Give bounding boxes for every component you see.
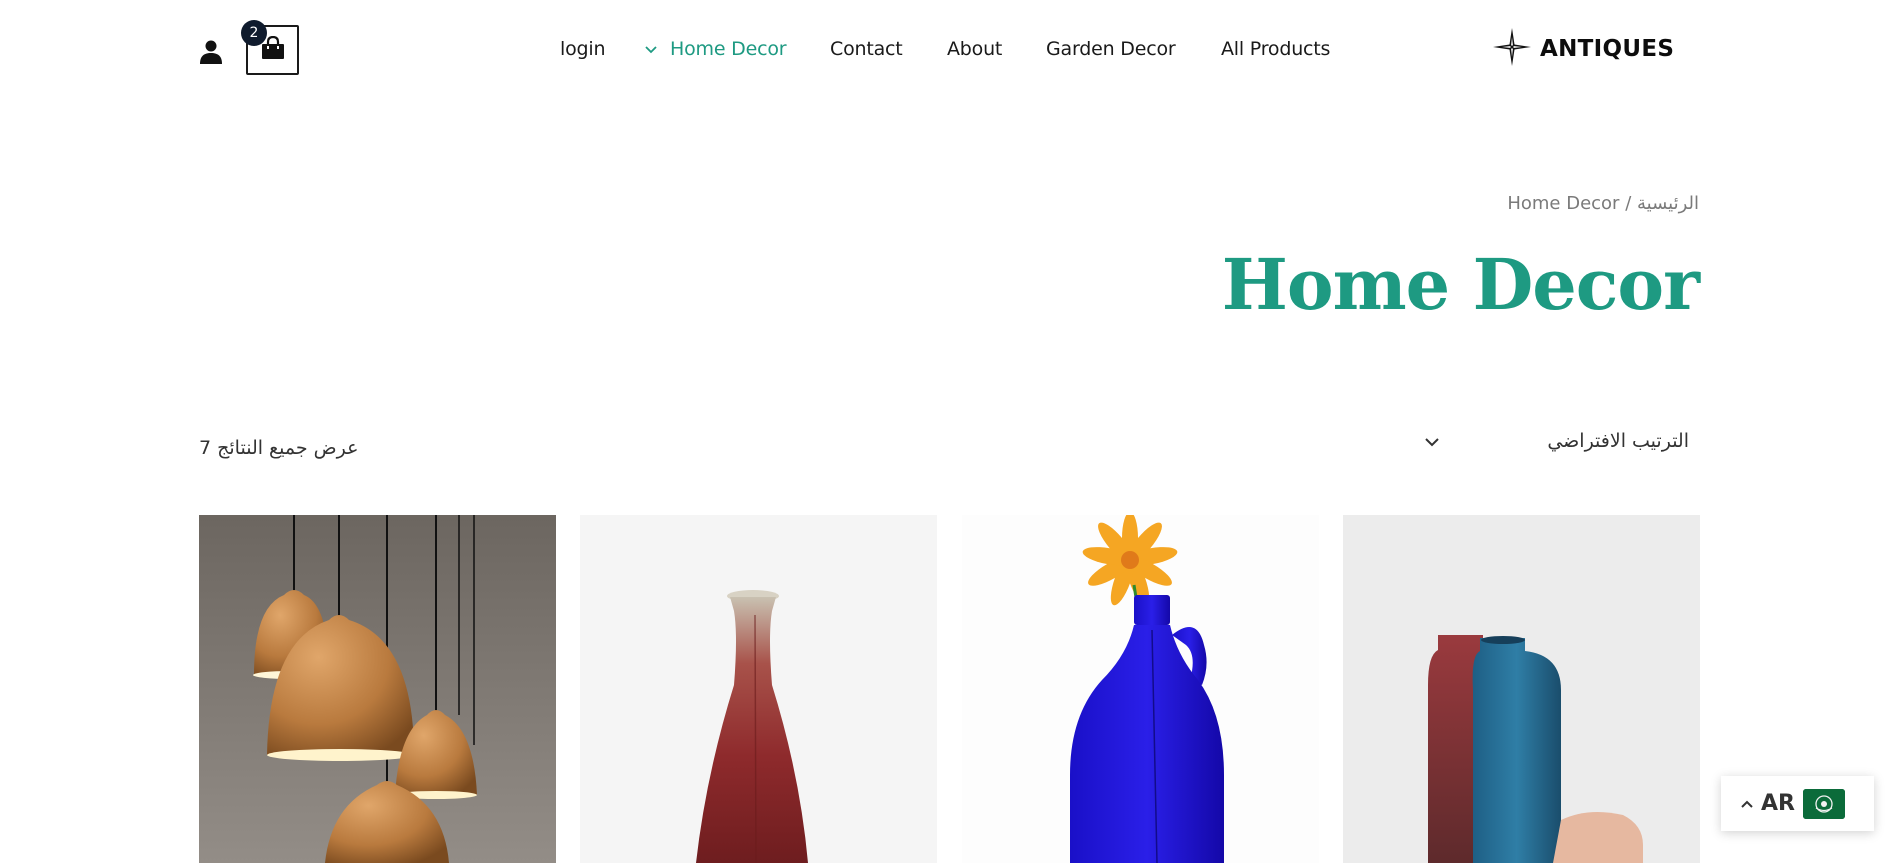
product-card-red-blue-vases[interactable] xyxy=(1343,515,1700,863)
nav-all-products[interactable]: All Products xyxy=(1221,38,1330,60)
breadcrumb-home-link[interactable]: الرئيسية xyxy=(1637,193,1699,214)
pendant-lamps-image xyxy=(199,515,556,863)
product-card-blue-bottle[interactable] xyxy=(962,515,1319,863)
arab-league-flag-icon xyxy=(1802,788,1845,819)
nav-about[interactable]: About xyxy=(947,38,1002,60)
breadcrumb: Home Decor / الرئيسية xyxy=(1507,193,1699,214)
chevron-down-icon[interactable] xyxy=(644,42,658,56)
nav-garden-decor[interactable]: Garden Decor xyxy=(1046,38,1176,60)
nav-contact[interactable]: Contact xyxy=(830,38,903,60)
breadcrumb-current: Home Decor xyxy=(1507,193,1620,214)
nav-home-decor[interactable]: Home Decor xyxy=(670,38,787,60)
page-title: Home Decor xyxy=(1221,243,1700,326)
compass-star-icon xyxy=(1492,27,1532,72)
product-card-pendant-lamps[interactable] xyxy=(199,515,556,863)
red-vase-image xyxy=(580,515,937,863)
blue-bottle-with-flower-image xyxy=(962,515,1319,863)
sort-select[interactable]: الترتيب الافتراضي xyxy=(1415,425,1695,461)
chevron-down-icon xyxy=(1423,433,1441,451)
user-account-icon[interactable] xyxy=(199,39,223,65)
nav-login[interactable]: login xyxy=(560,38,605,60)
language-code: AR xyxy=(1761,791,1795,816)
red-and-blue-vases-image xyxy=(1343,515,1700,863)
result-count: عرض جميع النتائج 7 xyxy=(199,437,359,459)
language-switcher[interactable]: AR xyxy=(1721,776,1874,831)
cart-count-badge: 2 xyxy=(241,20,267,46)
product-card-red-vase[interactable] xyxy=(580,515,937,863)
chevron-up-icon xyxy=(1739,796,1755,812)
sort-selected-value: الترتيب الافتراضي xyxy=(1547,430,1689,452)
logo-text: ANTIQUES xyxy=(1540,36,1675,62)
breadcrumb-separator: / xyxy=(1625,193,1632,214)
cart-button[interactable]: 2 xyxy=(241,20,299,75)
site-header: 2 login Home Decor Contact About Garden … xyxy=(0,0,1898,100)
site-logo[interactable]: ANTIQUES xyxy=(1492,27,1675,72)
